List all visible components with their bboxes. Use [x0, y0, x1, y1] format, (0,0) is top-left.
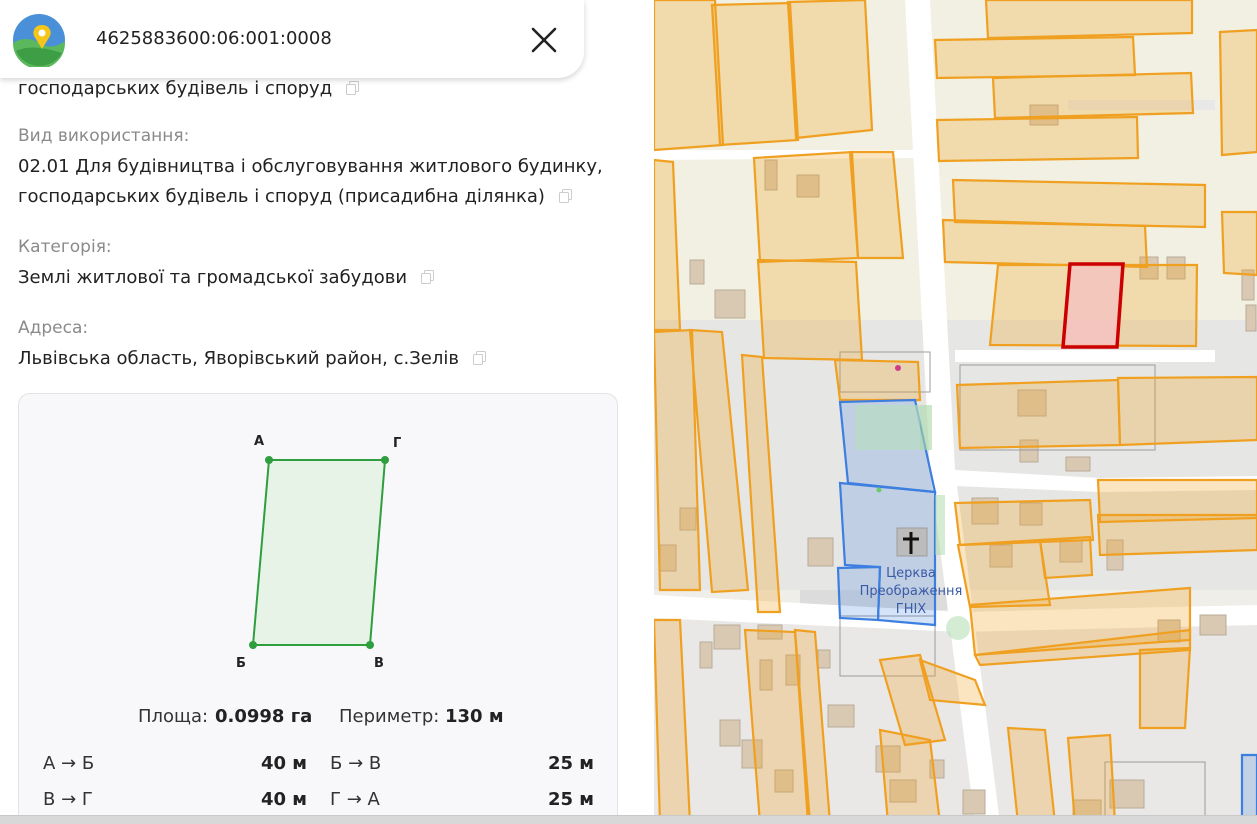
- vertex-point-a: [265, 456, 273, 464]
- category-label: Категорія:: [18, 237, 112, 257]
- vertex-label-v: В: [374, 656, 384, 671]
- church-label-line2: Преображення: [860, 584, 963, 599]
- side-length: 40 м: [260, 789, 307, 810]
- search-bar[interactable]: 4625883600:06:001:0008: [0, 0, 584, 78]
- vertex-point-v: [366, 641, 374, 649]
- side-name: А → Б: [43, 753, 95, 774]
- map-canvas[interactable]: Церква Преображення ГНІХ: [654, 0, 1257, 823]
- copy-icon[interactable]: [345, 81, 360, 95]
- selected-parcel[interactable]: [1061, 262, 1125, 349]
- church-label-line3: ГНІХ: [896, 602, 927, 617]
- close-icon[interactable]: [524, 20, 564, 60]
- side-length: 25 м: [547, 753, 594, 774]
- address-value: Львівська область, Яворівський район, с.…: [18, 348, 459, 369]
- parcel-shape-card: А Г Б В Площа: 0.0998 га Периметр: 130 м…: [18, 393, 618, 823]
- address-label: Адреса:: [18, 318, 89, 338]
- vertex-label-a: А: [254, 434, 265, 449]
- perimeter-label: Периметр:: [339, 706, 440, 727]
- category-section: Категорія: Землі житлової та громадської…: [18, 235, 435, 293]
- copy-icon[interactable]: [420, 270, 435, 284]
- purpose-fragment-text: господарських будівель і споруд: [18, 78, 333, 99]
- parcel-shape-diagram: [249, 456, 389, 649]
- map-logo-icon[interactable]: [12, 13, 66, 67]
- search-input[interactable]: 4625883600:06:001:0008: [96, 28, 332, 49]
- address-section: Адреса: Львівська область, Яворівський р…: [18, 316, 487, 374]
- info-panel: 4625883600:06:001:0008 господарських буд…: [0, 0, 654, 823]
- area-label: Площа:: [138, 706, 209, 727]
- category-value: Землі житлової та громадської забудови: [18, 267, 408, 288]
- purpose-fragment: господарських будівель і споруд: [18, 74, 360, 104]
- vertex-label-b: Б: [236, 656, 246, 671]
- side-name: Г → А: [330, 789, 380, 810]
- copy-icon[interactable]: [558, 189, 573, 203]
- vertex-point-b: [249, 641, 257, 649]
- usage-value-line2: господарських будівель і споруд (присади…: [18, 186, 545, 207]
- vertex-label-g: Г: [393, 436, 402, 451]
- side-name: Б → В: [330, 753, 382, 774]
- side-name: В → Г: [43, 789, 93, 810]
- copy-icon[interactable]: [472, 351, 487, 365]
- area-value: 0.0998 га: [215, 706, 313, 727]
- parcel-polygon: [251, 459, 387, 646]
- perimeter-value: 130 м: [445, 706, 504, 727]
- vertex-point-g: [381, 456, 389, 464]
- cadastral-map[interactable]: Церква Преображення ГНІХ: [654, 0, 1257, 823]
- usage-value-line1: 02.01 Для будівництва і обслуговування ж…: [18, 156, 603, 177]
- side-length: 25 м: [547, 789, 594, 810]
- usage-section: Вид використання: 02.01 Для будівництва …: [18, 124, 603, 212]
- church-label-line1: Церква: [886, 566, 936, 581]
- usage-label: Вид використання:: [18, 126, 190, 146]
- side-length: 40 м: [260, 753, 307, 774]
